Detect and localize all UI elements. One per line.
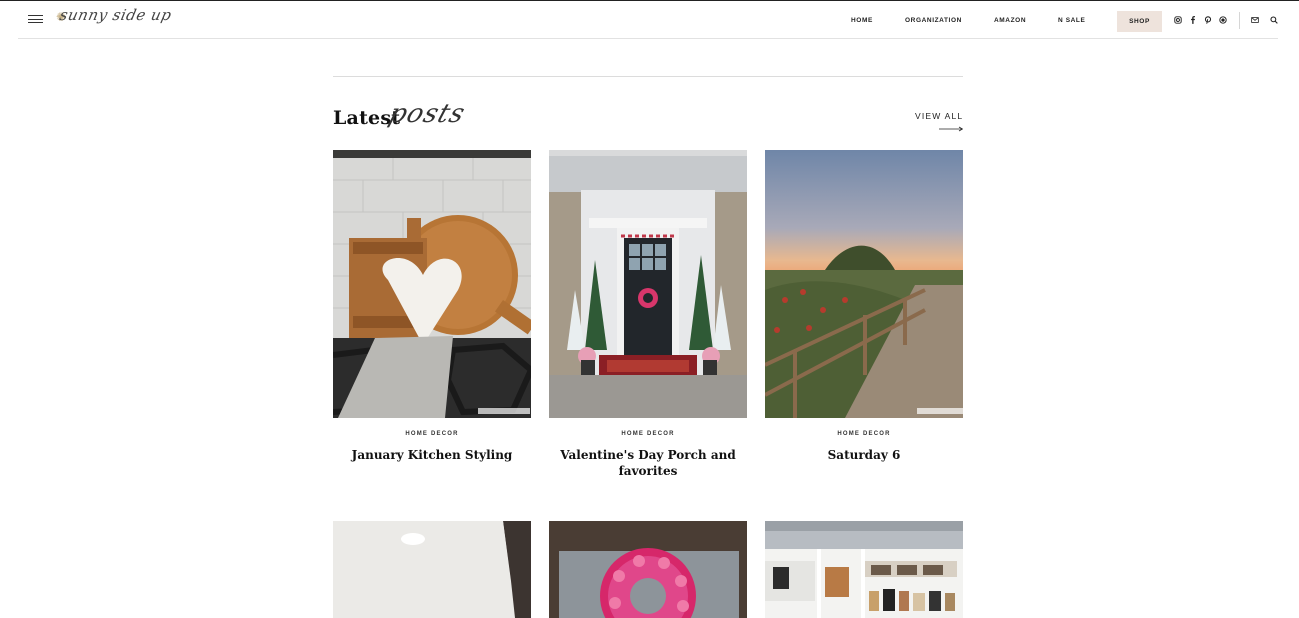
shop-button[interactable]: SHOP	[1117, 11, 1162, 32]
post-title[interactable]: Saturday 6	[765, 447, 963, 463]
ltk-icon[interactable]	[1218, 15, 1227, 24]
nav-organization[interactable]: ORGANIZATION	[905, 17, 962, 24]
nav-n-sale[interactable]: N SALE	[1058, 17, 1085, 24]
post-image-countertop[interactable]	[333, 521, 531, 618]
site-header: ✺ sunny side up HOME ORGANIZATION AMAZON…	[18, 1, 1278, 39]
nav-amazon[interactable]: AMAZON	[994, 17, 1026, 24]
pinterest-icon[interactable]	[1203, 15, 1212, 24]
post-image-tulip-wreath[interactable]	[549, 521, 747, 618]
post-image-kitchen[interactable]	[333, 150, 531, 418]
nav-home[interactable]: HOME	[851, 17, 873, 24]
header-divider	[1239, 12, 1240, 29]
view-all-link[interactable]: VIEW ALL	[915, 111, 963, 121]
section-heading-script: posts	[385, 99, 470, 129]
post-category[interactable]: HOME DECOR	[333, 431, 531, 437]
post-image-closet[interactable]	[765, 521, 963, 618]
post-title[interactable]: Valentine's Day Porch and favorites	[549, 447, 747, 479]
search-icon[interactable]	[1269, 15, 1278, 24]
post-category[interactable]: HOME DECOR	[549, 431, 747, 437]
section-rule	[333, 76, 963, 77]
post-title[interactable]: January Kitchen Styling	[333, 447, 531, 463]
instagram-icon[interactable]	[1173, 15, 1182, 24]
mail-icon[interactable]	[1250, 15, 1259, 24]
post-image-porch[interactable]	[549, 150, 747, 418]
facebook-icon[interactable]	[1188, 15, 1197, 24]
post-category[interactable]: HOME DECOR	[765, 431, 963, 437]
arrow-right-icon[interactable]	[939, 126, 963, 132]
post-image-trail[interactable]	[765, 150, 963, 418]
menu-icon[interactable]	[28, 14, 43, 24]
site-logo[interactable]: sunny side up	[58, 6, 173, 24]
